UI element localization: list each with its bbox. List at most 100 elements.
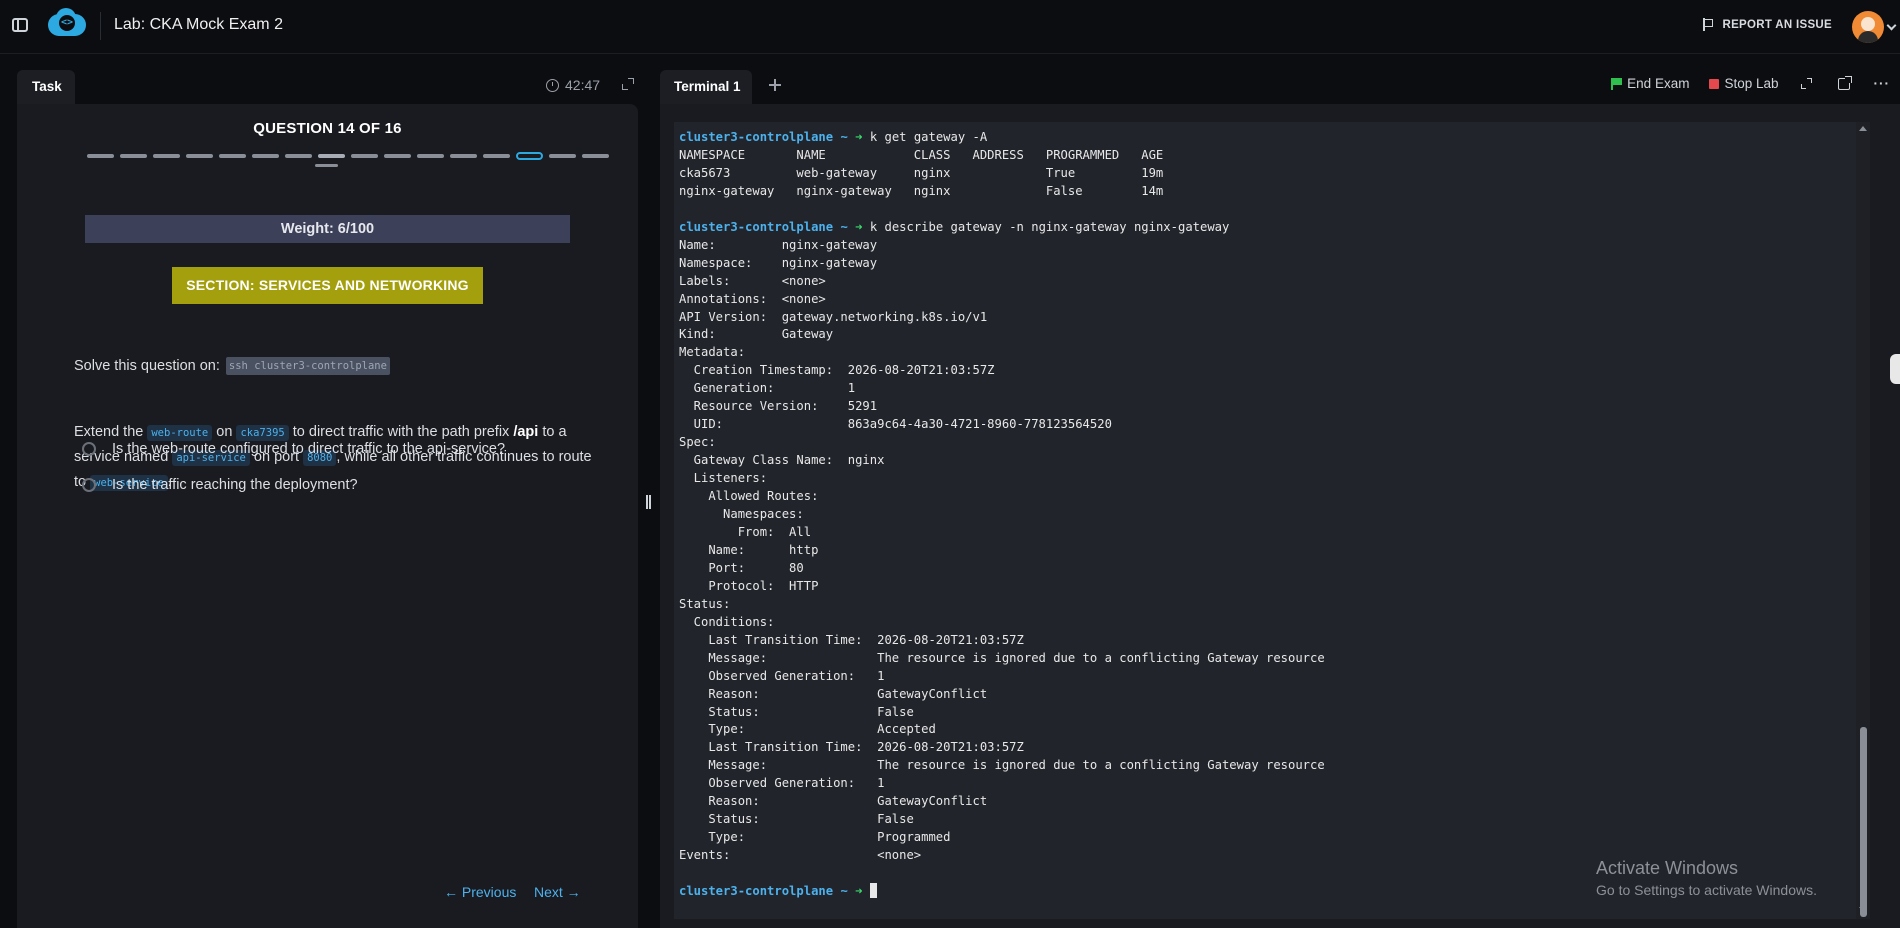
terminal-output-line: Last Transition Time: 2026-08-20T21:03:5… xyxy=(679,632,1024,647)
watermark-line2: Go to Settings to activate Windows. xyxy=(1596,882,1817,898)
ssh-command[interactable]: ssh cluster3-controlplane xyxy=(225,357,390,375)
terminal-output-line: Name: nginx-gateway xyxy=(679,237,878,252)
prompt-arrow-icon: ➜ xyxy=(855,884,870,899)
panel-resize-handle[interactable] xyxy=(645,495,651,509)
external-link-icon[interactable] xyxy=(1837,75,1852,90)
terminal-output-line: Observed Generation: 1 xyxy=(679,668,885,683)
code-chip-namespace[interactable]: cka7395 xyxy=(236,425,289,441)
radio-icon[interactable] xyxy=(82,442,96,456)
terminal-prompt-line: cluster3-controlplane ~ ➜ k describe gat… xyxy=(679,219,1870,237)
question-title: QUESTION 14 OF 16 xyxy=(253,120,402,137)
top-bar: <> Lab: CKA Mock Exam 2 REPORT AN ISSUE xyxy=(0,0,1900,54)
terminal-output-line: Allowed Routes: xyxy=(679,489,819,504)
question-nav-item[interactable] xyxy=(483,154,510,158)
terminal-output-line: Status: xyxy=(679,596,731,611)
prompt-host: cluster3-controlplane xyxy=(679,219,841,234)
question-nav-item[interactable] xyxy=(186,154,213,158)
question-nav-item[interactable] xyxy=(516,152,543,160)
report-issue-label: REPORT AN ISSUE xyxy=(1722,18,1832,31)
scroll-thumb[interactable] xyxy=(1860,727,1867,917)
terminal-output-line: Conditions: xyxy=(679,614,775,629)
prompt-arrow-icon: ➜ xyxy=(855,219,870,234)
question-nav-item[interactable] xyxy=(417,154,444,158)
check-item[interactable]: Is the traffic reaching the deployment? xyxy=(82,477,358,493)
more-options-icon[interactable]: ··· xyxy=(1874,76,1891,91)
terminal-output-line: cka5673 web-gateway nginx True 19m xyxy=(679,165,1164,180)
code-icon: <> xyxy=(59,15,75,31)
chevron-down-icon[interactable] xyxy=(1886,20,1897,31)
terminal-output-line: Observed Generation: 1 xyxy=(679,776,885,791)
flag-icon xyxy=(1702,18,1714,31)
watermark-line1: Activate Windows xyxy=(1596,858,1739,878)
terminal-output-line: Status: False xyxy=(679,704,914,719)
terminal-output-line: Message: The resource is ignored due to … xyxy=(679,758,1325,773)
weight-badge: Weight: 6/100 xyxy=(85,215,570,243)
terminal-output-line: Resource Version: 5291 xyxy=(679,399,878,414)
check-item[interactable]: Is the web-route configured to direct tr… xyxy=(82,441,505,457)
question-nav-item[interactable] xyxy=(285,154,312,158)
kodekloud-logo[interactable]: <> xyxy=(46,8,88,40)
code-chip-route[interactable]: web-route xyxy=(147,425,213,441)
prompt-path: ~ xyxy=(840,219,856,234)
terminal-cursor[interactable] xyxy=(869,883,877,899)
terminal-output-line: Message: The resource is ignored due to … xyxy=(679,650,1325,665)
terminal-panel: cluster3-controlplane ~ ➜ k get gateway … xyxy=(660,104,1900,928)
question-navigator xyxy=(87,152,609,160)
question-nav-item[interactable] xyxy=(120,154,147,158)
terminal-output-line: Annotations: <none> xyxy=(679,291,826,306)
previous-button[interactable]: ← Previous xyxy=(444,884,516,900)
end-exam-button[interactable]: End Exam xyxy=(1611,76,1689,91)
question-nav-item[interactable] xyxy=(549,154,576,158)
expand-icon[interactable] xyxy=(622,78,634,90)
desc-text: on xyxy=(216,424,233,440)
terminal-output-line: nginx-gateway nginx-gateway nginx False … xyxy=(679,183,1164,198)
prompt-host: cluster3-controlplane xyxy=(679,884,841,899)
scroll-up-icon[interactable] xyxy=(1859,126,1867,131)
question-nav-item[interactable] xyxy=(450,154,477,158)
terminal-prompt-line: cluster3-controlplane ~ ➜ k get gateway … xyxy=(679,129,1870,147)
lab-title: Lab: CKA Mock Exam 2 xyxy=(114,16,283,33)
terminal-output-line: Reason: GatewayConflict xyxy=(679,794,988,809)
prompt-path: ~ xyxy=(840,130,856,144)
scroll-down-icon[interactable] xyxy=(1859,907,1867,912)
terminal-output-line: Status: False xyxy=(679,812,914,827)
question-nav-item[interactable] xyxy=(384,154,411,158)
add-terminal-icon[interactable] xyxy=(769,79,781,91)
terminal-output-line: Kind: Gateway xyxy=(679,327,834,342)
question-nav-item[interactable] xyxy=(252,154,279,158)
timer-value: 42:47 xyxy=(565,77,601,93)
terminal-output-line: From: All xyxy=(679,524,812,539)
terminal-output-line: Spec: xyxy=(679,435,716,450)
terminal-output-line: Labels: <none> xyxy=(679,273,826,288)
question-nav-item[interactable] xyxy=(153,154,180,158)
solve-on-line: Solve this question on: ssh cluster3-con… xyxy=(74,357,390,375)
terminal-output-line: Gateway Class Name: nginx xyxy=(679,453,885,468)
fullscreen-icon[interactable] xyxy=(1800,78,1812,89)
path-prefix: /api xyxy=(513,424,539,440)
question-nav-item[interactable] xyxy=(351,154,378,158)
report-issue-button[interactable]: REPORT AN ISSUE xyxy=(1702,18,1832,31)
tab-terminal-1[interactable]: Terminal 1 xyxy=(660,70,752,105)
terminal-output-line: API Version: gateway.networking.k8s.io/v… xyxy=(679,309,988,324)
terminal-output-line: Reason: GatewayConflict xyxy=(679,686,988,701)
side-drawer-handle[interactable] xyxy=(1890,354,1900,384)
question-nav-item[interactable] xyxy=(318,154,345,158)
radio-icon[interactable] xyxy=(82,478,96,492)
next-button[interactable]: Next → xyxy=(534,884,581,900)
prompt-path: ~ xyxy=(840,884,856,899)
end-exam-label: End Exam xyxy=(1627,76,1690,91)
terminal-screen[interactable]: cluster3-controlplane ~ ➜ k get gateway … xyxy=(674,122,1870,919)
prompt-host: cluster3-controlplane xyxy=(679,130,841,144)
stop-lab-button[interactable]: Stop Lab xyxy=(1709,76,1779,91)
sidebar-toggle-icon[interactable] xyxy=(12,18,28,32)
prompt-arrow-icon: ➜ xyxy=(855,130,870,144)
terminal-output-line: UID: 863a9c64-4a30-4721-8960-77812356452… xyxy=(679,417,1112,432)
question-nav-item[interactable] xyxy=(219,154,246,158)
divider xyxy=(100,12,101,40)
question-nav-item[interactable] xyxy=(87,154,114,158)
tab-task[interactable]: Task xyxy=(17,70,75,105)
stop-lab-label: Stop Lab xyxy=(1724,76,1779,91)
question-nav-item[interactable] xyxy=(582,154,609,158)
terminal-scrollbar[interactable] xyxy=(1856,122,1870,919)
avatar[interactable] xyxy=(1852,11,1884,43)
